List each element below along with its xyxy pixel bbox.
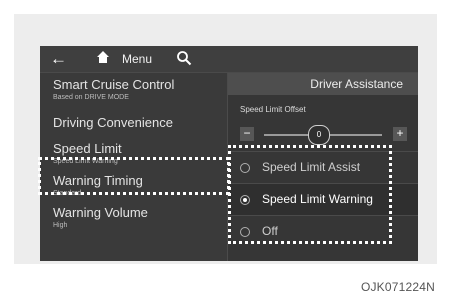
menu-item-title: Warning Volume [53, 205, 148, 220]
options-highlight-box [228, 145, 392, 244]
speed-limit-offset-label: Speed Limit Offset [240, 105, 306, 114]
menu-item-subtitle: High [53, 222, 68, 229]
menu-item-driving-convenience[interactable]: Driving Convenience [53, 115, 173, 130]
back-arrow-icon[interactable]: ← [50, 50, 67, 67]
menu-item-title: Speed Limit [53, 141, 122, 156]
plus-button[interactable]: + [393, 127, 407, 141]
minus-button[interactable]: − [240, 127, 254, 141]
menu-item-subtitle: Based on DRIVE MODE [53, 94, 129, 101]
menu-item-title: Smart Cruise Control [53, 77, 175, 92]
menu-item-warning-volume[interactable]: Warning Volume High [53, 205, 148, 230]
menu-button[interactable]: Menu [122, 52, 152, 66]
home-icon[interactable] [96, 50, 110, 69]
panel-header: Driver Assistance [228, 73, 418, 95]
menu-item-title: Driving Convenience [53, 115, 173, 130]
figure-caption: OJK071224N [360, 280, 435, 294]
menu-item-smart-cruise-control[interactable]: Smart Cruise Control Based on DRIVE MODE [53, 77, 174, 102]
speed-limit-highlight-box [38, 157, 230, 195]
offset-slider-knob[interactable]: 0 [308, 125, 330, 145]
top-bar: ← Menu [40, 46, 418, 73]
search-icon[interactable] [176, 50, 192, 71]
